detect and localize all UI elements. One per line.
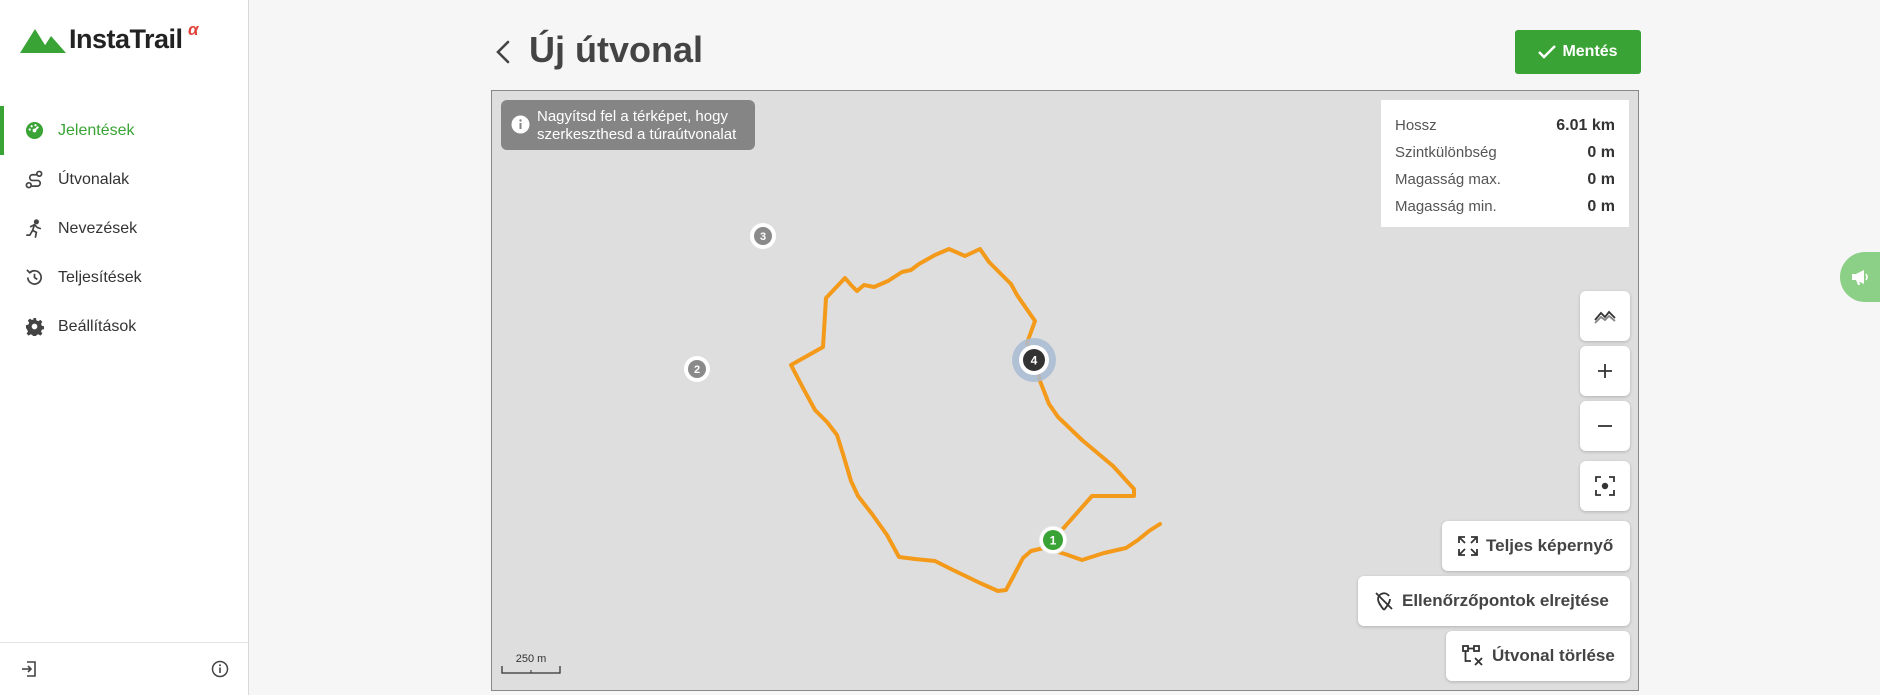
stat-label: Magasság max. <box>1395 171 1501 188</box>
checkpoint-marker-1[interactable]: 1 <box>1038 525 1068 555</box>
mountain-logo-icon <box>20 28 66 53</box>
stat-row-elevation-min: Magasság min. 0 m <box>1395 193 1615 220</box>
brand-name: InstaTrail <box>69 24 183 54</box>
checkpoint-label: 4 <box>1031 354 1038 368</box>
checkpoint-label: 3 <box>760 231 766 243</box>
back-button[interactable] <box>493 38 513 66</box>
sidebar-item-teljesitesek[interactable]: Teljesítések <box>0 253 248 302</box>
fullscreen-button[interactable]: Teljes képernyő <box>1442 521 1630 571</box>
zoom-in-button[interactable] <box>1580 346 1630 396</box>
fullscreen-icon <box>1458 536 1478 556</box>
sidebar-item-nevezesek[interactable]: Nevezések <box>0 204 248 253</box>
route-stats-panel: Hossz 6.01 km Szintkülönbség 0 m Magassá… <box>1381 100 1629 227</box>
map-scale: 250 m <box>501 653 561 683</box>
stat-label: Magasság min. <box>1395 198 1497 215</box>
save-button-label: Mentés <box>1562 43 1618 60</box>
brand-logo[interactable]: InstaTrail α <box>20 20 199 55</box>
save-button[interactable]: Mentés <box>1515 30 1641 74</box>
elevation-profile-button[interactable] <box>1580 291 1630 341</box>
stat-value: 0 m <box>1587 170 1615 188</box>
elevation-chart-icon <box>1594 310 1616 324</box>
zoom-hint-tooltip: Nagyítsd fel a térképet, hogy szerkeszth… <box>501 100 755 150</box>
sidebar-item-label: Teljesítések <box>58 268 142 286</box>
sidebar-item-label: Beállítások <box>58 317 137 335</box>
fullscreen-label: Teljes képernyő <box>1486 536 1614 555</box>
checkpoint-label: 1 <box>1050 534 1057 548</box>
scale-label: 250 m <box>515 653 547 665</box>
info-icon <box>511 115 530 139</box>
stat-value: 0 m <box>1587 143 1615 161</box>
stat-value: 6.01 km <box>1556 116 1615 134</box>
fit-route-button[interactable] <box>1580 461 1630 511</box>
minus-icon <box>1598 425 1612 427</box>
location-off-icon <box>1375 592 1393 611</box>
hide-checkpoints-label: Ellenőrzőpontok elrejtése <box>1402 591 1609 610</box>
stat-row-length: Hossz 6.01 km <box>1395 112 1615 139</box>
sidebar-item-jelentesek[interactable]: Jelentések <box>0 106 248 155</box>
scale-bar <box>501 666 561 674</box>
zoom-out-button[interactable] <box>1580 401 1630 451</box>
logout-icon[interactable] <box>20 660 38 683</box>
history-icon <box>24 268 44 288</box>
plus-icon <box>1598 364 1612 378</box>
page-title: Új útvonal <box>529 29 704 70</box>
chevron-left-icon <box>496 40 510 64</box>
delete-route-button[interactable]: Útvonal törlése <box>1446 631 1630 681</box>
sidebar-footer <box>0 642 248 695</box>
check-icon <box>1538 45 1557 59</box>
megaphone-icon <box>1852 270 1868 285</box>
gear-icon <box>24 317 44 337</box>
checkpoint-marker-2[interactable]: 2 <box>684 356 710 382</box>
info-icon[interactable] <box>211 660 229 683</box>
route-line <box>789 247 1162 593</box>
sidebar-item-label: Nevezések <box>58 219 138 237</box>
brand-badge: α <box>188 20 199 39</box>
sidebar-item-utvonalak[interactable]: Útvonalak <box>0 155 248 204</box>
sidebar-nav: Jelentések Útvonalak Nevezések Teljesíté… <box>0 106 248 351</box>
delete-route-label: Útvonal törlése <box>1492 646 1615 665</box>
checkpoint-marker-3[interactable]: 3 <box>750 223 776 249</box>
sidebar-item-label: Jelentések <box>58 121 135 139</box>
stat-value: 0 m <box>1587 197 1615 215</box>
stat-label: Szintkülönbség <box>1395 144 1497 161</box>
checkpoint-marker-4[interactable]: 4 <box>1012 338 1056 382</box>
focus-icon <box>1595 476 1615 496</box>
dashboard-icon <box>24 121 44 141</box>
route-icon <box>24 170 44 190</box>
running-icon <box>24 219 44 239</box>
route-delete-icon <box>1462 645 1483 666</box>
sidebar: InstaTrail α Jelentések Útvonalak Nevezé… <box>0 0 249 695</box>
stat-label: Hossz <box>1395 117 1437 134</box>
checkpoint-label: 2 <box>694 364 700 376</box>
stat-row-elevation-diff: Szintkülönbség 0 m <box>1395 139 1615 166</box>
feedback-button[interactable] <box>1840 252 1880 302</box>
zoom-hint-text: Nagyítsd fel a térképet, hogy szerkeszth… <box>537 108 737 143</box>
hide-checkpoints-button[interactable]: Ellenőrzőpontok elrejtése <box>1358 576 1630 626</box>
sidebar-item-label: Útvonalak <box>58 170 130 188</box>
stat-row-elevation-max: Magasság max. 0 m <box>1395 166 1615 193</box>
map-canvas[interactable]: 1 2 3 4 Nagyítsd fel a térképet, hogy sz… <box>491 90 1639 691</box>
sidebar-item-beallitasok[interactable]: Beállítások <box>0 302 248 351</box>
